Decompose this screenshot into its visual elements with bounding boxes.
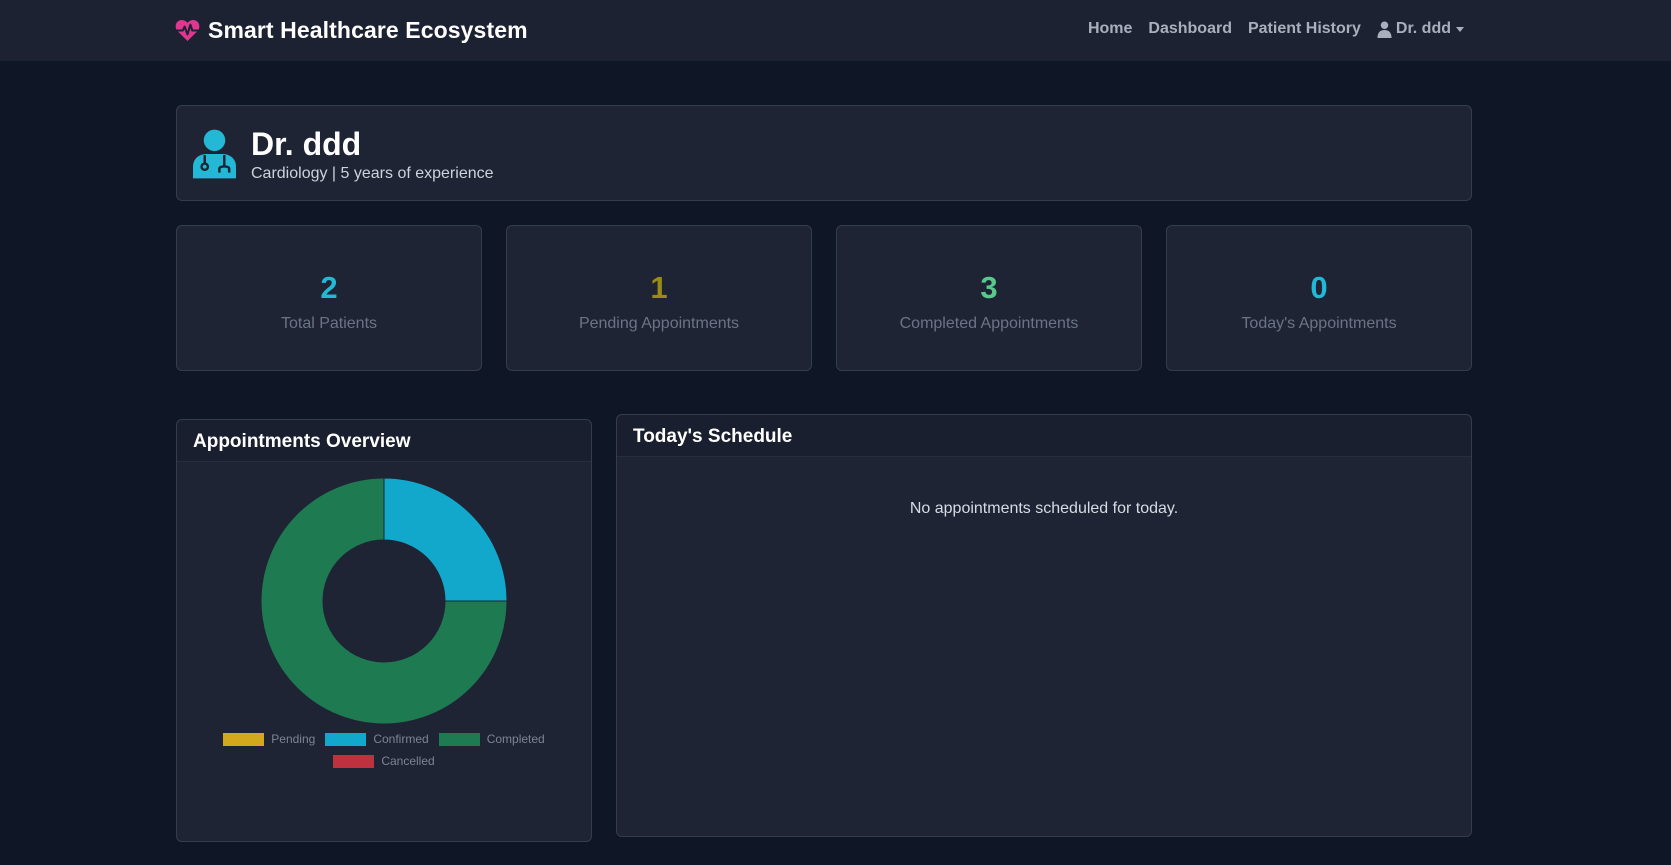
stat-card-total-patients: 2 Total Patients bbox=[176, 225, 482, 371]
stat-label: Total Patients bbox=[280, 315, 378, 332]
chevron-down-icon bbox=[1456, 26, 1464, 32]
stat-card-completed-appointments: 3 Completed Appointments bbox=[836, 225, 1142, 371]
legend-swatch bbox=[438, 732, 480, 746]
legend-item-confirmed[interactable]: Confirmed bbox=[325, 732, 429, 746]
legend-swatch bbox=[223, 732, 265, 746]
legend-label: Completed bbox=[486, 732, 545, 746]
legend-row: Cancelled bbox=[177, 754, 591, 768]
legend-item-cancelled[interactable]: Cancelled bbox=[333, 754, 435, 768]
stat-value: 3 bbox=[980, 270, 998, 305]
card-header: Appointments Overview bbox=[177, 420, 591, 462]
brand-title: Smart Healthcare Ecosystem bbox=[208, 17, 528, 43]
legend-row: Pending Confirmed Completed bbox=[177, 732, 591, 746]
nav-patient-history-link[interactable]: Patient History bbox=[1248, 20, 1361, 38]
card-header: Today's Schedule bbox=[617, 415, 1471, 457]
stat-value: 2 bbox=[320, 270, 338, 305]
doctor-specialty: Cardiology | 5 years of experience bbox=[251, 165, 494, 182]
card-title: Today's Schedule bbox=[633, 426, 793, 447]
legend-swatch bbox=[333, 754, 375, 768]
empty-schedule-message: No appointments scheduled for today. bbox=[909, 500, 1179, 517]
brand-link[interactable]: Smart Healthcare Ecosystem bbox=[175, 17, 528, 44]
heartbeat-icon bbox=[175, 19, 200, 42]
nav-dashboard-link[interactable]: Dashboard bbox=[1148, 20, 1232, 38]
card-title: Appointments Overview bbox=[193, 431, 411, 452]
todays-schedule-card: Today's Schedule No appointments schedul… bbox=[616, 414, 1472, 837]
donut-slice-confirmed[interactable] bbox=[383, 477, 508, 602]
user-menu-dropdown[interactable]: Dr. ddd bbox=[1377, 20, 1464, 38]
chart-legend: Pending Confirmed Completed Cancelled bbox=[177, 732, 591, 776]
stat-card-todays-appointments: 0 Today's Appointments bbox=[1166, 225, 1472, 371]
stat-label: Pending Appointments bbox=[578, 315, 740, 332]
nav-menu: Home Dashboard Patient History Dr. ddd bbox=[1088, 20, 1464, 38]
stat-card-pending-appointments: 1 Pending Appointments bbox=[506, 225, 812, 371]
legend-label: Pending bbox=[271, 732, 316, 746]
legend-item-completed[interactable]: Completed bbox=[438, 732, 545, 746]
stat-value: 1 bbox=[650, 270, 668, 305]
stat-label: Completed Appointments bbox=[899, 315, 1079, 332]
user-doctor-icon bbox=[193, 129, 236, 179]
doctor-profile-card: Dr. ddd Cardiology | 5 years of experien… bbox=[176, 105, 1472, 201]
legend-item-pending[interactable]: Pending bbox=[223, 732, 315, 746]
nav-home-link[interactable]: Home bbox=[1088, 20, 1132, 38]
navbar: Smart Healthcare Ecosystem Home Dashboar… bbox=[0, 0, 1671, 61]
user-name: Dr. ddd bbox=[1395, 20, 1451, 37]
appointments-overview-card: Appointments Overview Pending Confirmed Co… bbox=[176, 419, 592, 842]
legend-swatch bbox=[325, 732, 367, 746]
doctor-name: Dr. ddd bbox=[251, 126, 362, 162]
appointments-donut-chart bbox=[260, 477, 508, 725]
stat-label: Today's Appointments bbox=[1241, 315, 1397, 332]
user-doctor-icon bbox=[1377, 21, 1392, 38]
legend-label: Cancelled bbox=[381, 754, 435, 768]
stat-value: 0 bbox=[1310, 270, 1328, 305]
legend-label: Confirmed bbox=[373, 732, 429, 746]
